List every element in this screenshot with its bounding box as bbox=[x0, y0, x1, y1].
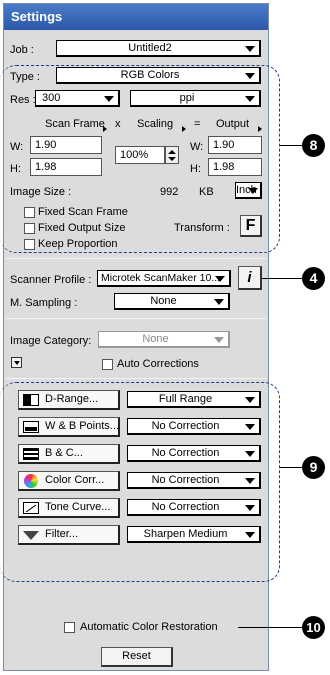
scanner-profile-select[interactable]: Microtek ScanMaker 10... bbox=[97, 270, 231, 287]
divider bbox=[6, 318, 266, 319]
expand-button[interactable] bbox=[11, 357, 22, 368]
callout-line-9 bbox=[280, 467, 302, 468]
chevron-down-icon bbox=[214, 299, 224, 305]
divider bbox=[6, 378, 266, 379]
image-category-value: None bbox=[142, 333, 169, 345]
image-category-label: Image Category: bbox=[10, 335, 92, 347]
auto-corrections-checkbox[interactable] bbox=[102, 359, 113, 370]
m-sampling-value: None bbox=[150, 295, 177, 307]
chevron-down-icon bbox=[214, 337, 224, 343]
divider bbox=[6, 258, 266, 259]
callout-line-8 bbox=[280, 145, 302, 146]
auto-color-restoration-checkbox[interactable] bbox=[64, 622, 75, 633]
scanner-profile-label: Scanner Profile : bbox=[10, 274, 92, 286]
job-label: Job : bbox=[10, 44, 34, 56]
job-select[interactable]: Untitled2 bbox=[56, 40, 261, 57]
callout-badge-9: 9 bbox=[302, 456, 325, 479]
callout-bracket-9 bbox=[0, 382, 280, 582]
m-sampling-label: M. Sampling : bbox=[10, 297, 78, 309]
chevron-down-icon bbox=[245, 46, 255, 52]
auto-corrections-label: Auto Corrections bbox=[117, 358, 199, 370]
chevron-down-icon bbox=[14, 361, 20, 365]
reset-button[interactable]: Reset bbox=[101, 647, 173, 667]
callout-badge-10: 10 bbox=[302, 616, 325, 639]
job-value: Untitled2 bbox=[128, 42, 172, 54]
callout-badge-4: 4 bbox=[302, 267, 325, 290]
callout-badge-8: 8 bbox=[302, 134, 325, 157]
auto-color-restoration-label: Automatic Color Restoration bbox=[80, 621, 218, 633]
image-category-select[interactable]: None bbox=[98, 331, 230, 348]
callout-bracket-8 bbox=[0, 65, 280, 253]
m-sampling-select[interactable]: None bbox=[114, 293, 230, 310]
window-title: Settings bbox=[4, 4, 268, 30]
callout-line-10 bbox=[238, 627, 302, 628]
chevron-down-icon bbox=[215, 276, 225, 282]
callout-line-4 bbox=[262, 278, 302, 279]
info-button[interactable]: i bbox=[238, 266, 262, 290]
scanner-profile-value: Microtek ScanMaker 10... bbox=[101, 272, 221, 284]
